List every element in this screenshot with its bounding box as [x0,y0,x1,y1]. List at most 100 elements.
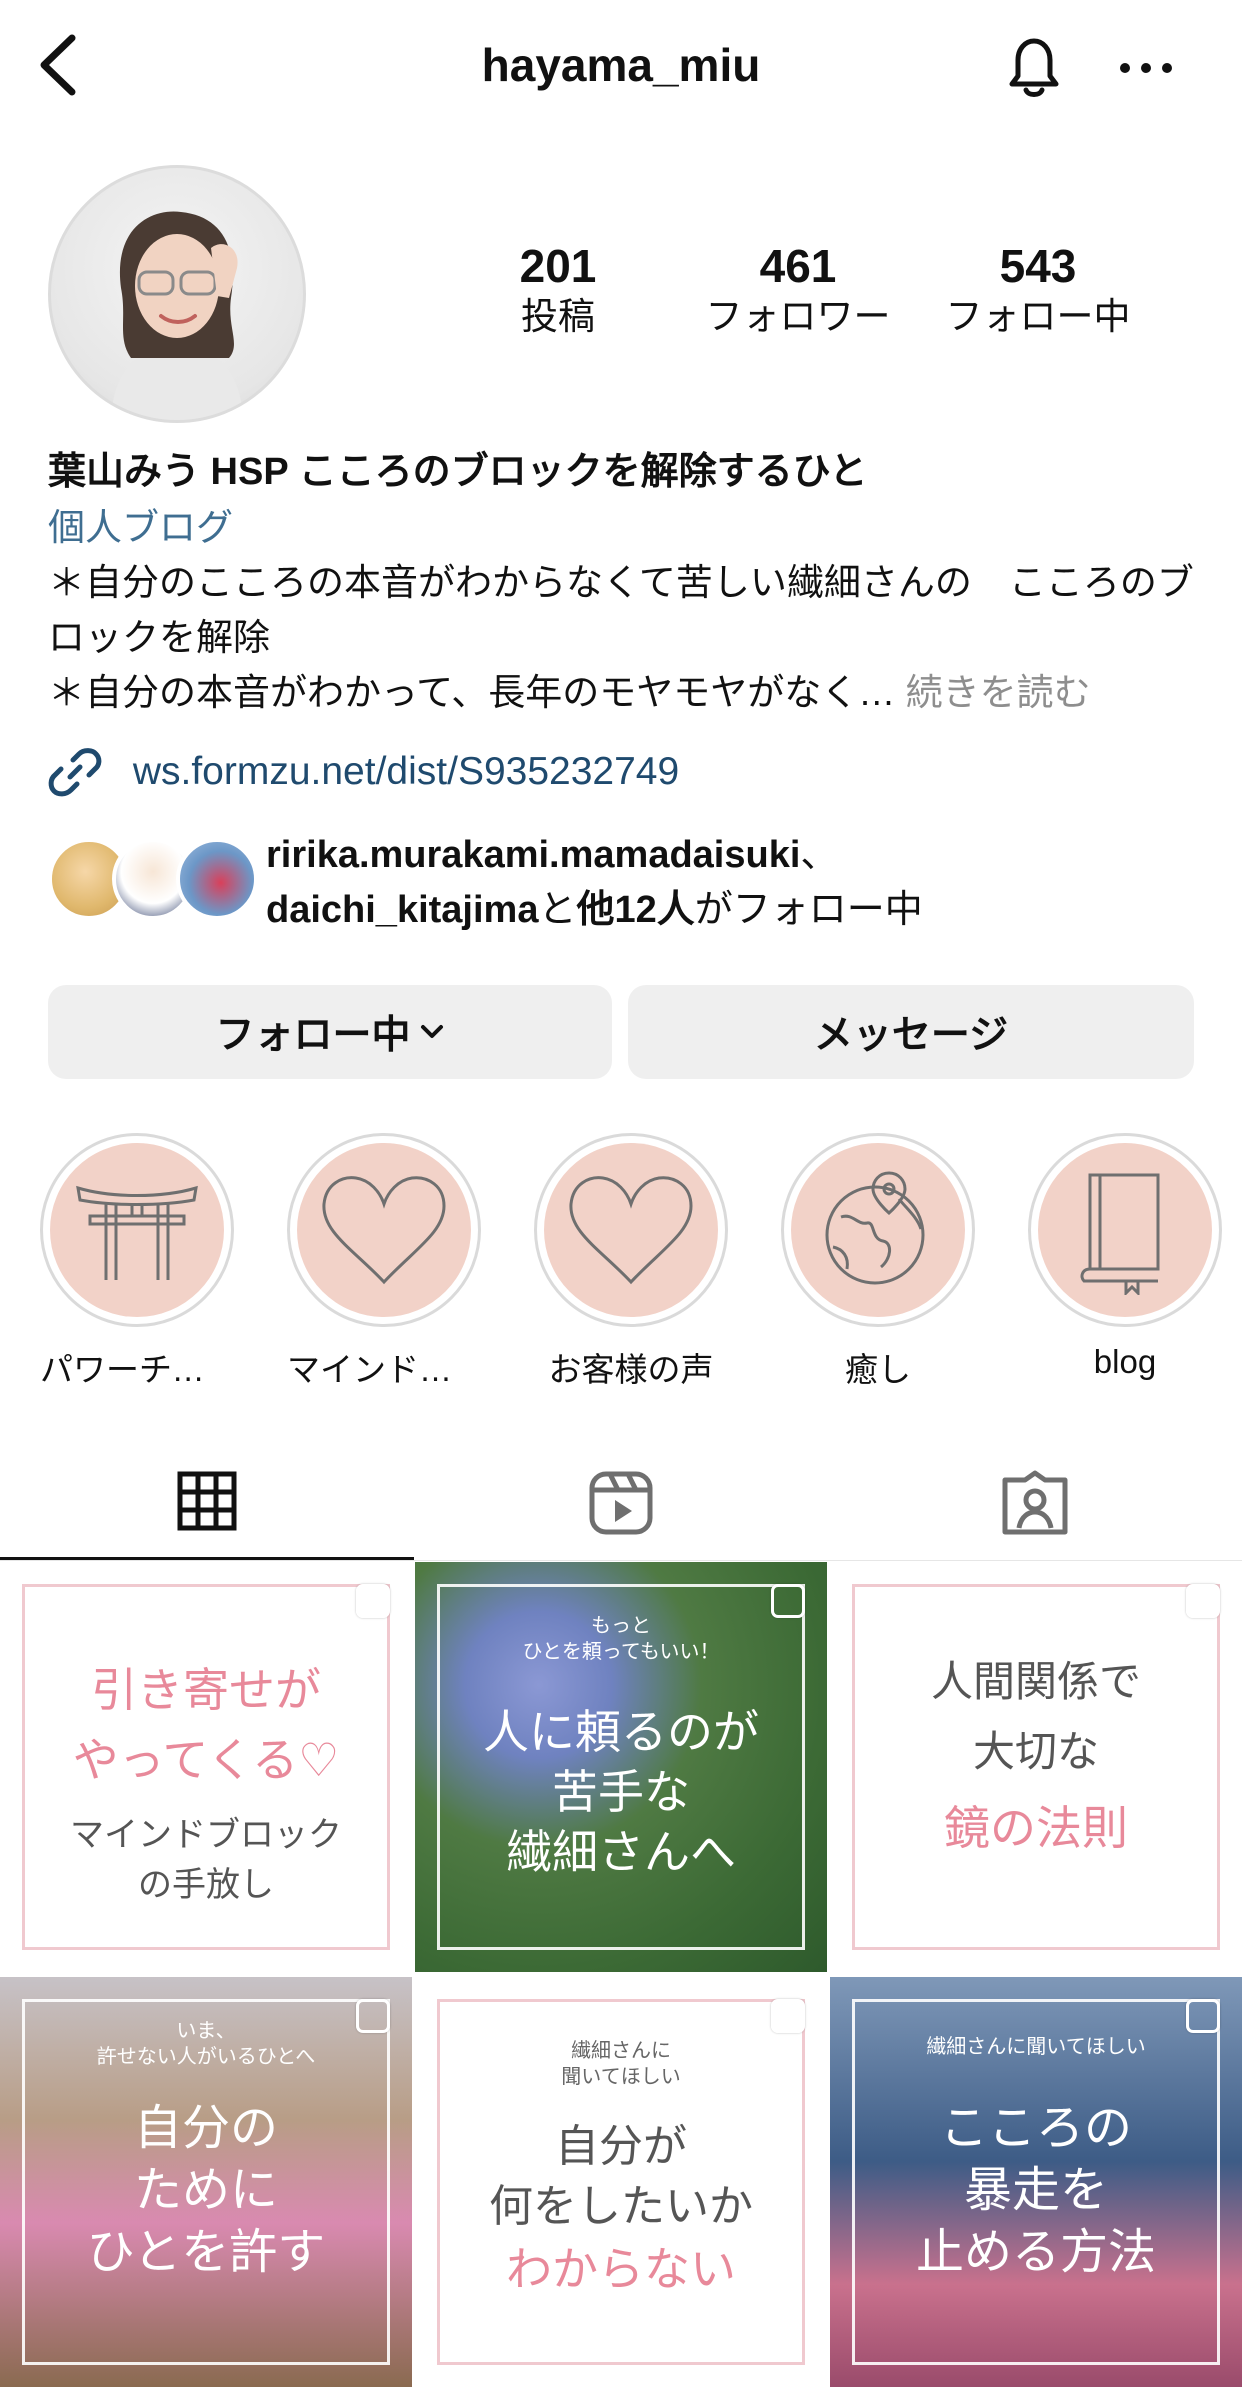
stat-posts-label: 投稿 [521,296,595,337]
highlight-label: 癒し [845,1351,911,1388]
stat-following[interactable]: 543 フォロー中 [938,238,1138,340]
stat-followers[interactable]: 461 フォロワー [698,238,898,340]
post-title-line: ために [133,2162,278,2218]
message-button[interactable]: メッセージ [628,985,1194,1079]
torii-icon [76,1185,198,1280]
post-tile[interactable]: いま、 許せない人がいるひとへ 自分の ために ひとを許す [0,1977,412,2387]
post-title-line: 自分の [133,2100,278,2156]
stat-following-count: 543 [999,240,1077,292]
post-title-line: こころの [939,2100,1132,2156]
post-title-line: の手放し [138,1865,274,1905]
read-more-link[interactable]: 続きを読む [906,672,1091,713]
heart-icon [322,1176,446,1285]
post-subtitle: もっと [591,1613,651,1637]
highlight-voice[interactable]: お客様の声 [534,1133,728,1391]
globe-icon [825,1171,925,1285]
mutual-avatar-3 [176,838,258,920]
post-title-line: 人に頼るのが [483,1705,759,1759]
post-tile[interactable]: 人間関係で 大切な 鏡の法則 [830,1562,1242,1972]
post-title-line: わからない [506,2242,736,2296]
bio-line-2: ＊自分の本音がわかって、長年のモヤモヤがなく… [48,672,896,713]
highlight-power[interactable]: パワーチャ… [40,1133,234,1391]
highlight-ring [1028,1133,1222,1327]
multi-post-icon [1186,1999,1220,2033]
top-bar: hayama_miu [0,0,1242,135]
message-button-label: メッセージ [813,1014,1009,1057]
post-title-line: やってくる♡ [72,1733,340,1787]
post-subtitle: 繊細さんに [571,2038,671,2062]
multi-post-icon [771,1999,805,2033]
tab-posts-grid[interactable] [0,1445,414,1560]
mutual-others: 他12人 [576,889,695,931]
display-name: 葉山みう HSP こころのブロックを解除するひと [48,451,868,493]
highlight-label: パワーチャ… [40,1351,234,1388]
multi-post-icon [771,1584,805,1618]
heart-icon [569,1176,693,1285]
post-subtitle: 繊細さんに聞いてほしい [926,2034,1146,2058]
post-title-line: 暴走を [963,2162,1108,2218]
more-options-icon[interactable] [1116,48,1176,88]
bio-link[interactable]: ws.formzu.net/dist/S935232749 [48,745,679,805]
book-icon [1080,1173,1160,1295]
mutual-followers-text: ririka.murakami.mamadaisuki、 daichi_kita… [266,828,1226,938]
post-tile[interactable]: 繊細さんに 聞いてほしい 自分が 何をしたいか わからない [415,1977,827,2387]
post-title-line: 大切な [972,1727,1099,1776]
tagged-user-icon [1002,1470,1068,1534]
post-subtitle: ひとを頼ってもいい！ [522,1639,720,1663]
post-title-line: 引き寄せが [91,1663,321,1717]
post-title-line: 止める方法 [915,2224,1156,2280]
link-icon [48,748,102,797]
multi-post-icon [356,1999,390,2033]
post-tile[interactable]: 繊細さんに聞いてほしい こころの 暴走を 止める方法 [830,1977,1242,2387]
post-title-line: マインドブロック [70,1815,342,1855]
highlight-label: お客様の声 [548,1351,714,1388]
highlight-mindblock[interactable]: マインドブ… [287,1133,481,1391]
following-button[interactable]: フォロー中 [48,985,612,1079]
tab-reels[interactable] [414,1445,828,1560]
mutual-followers[interactable]: ririka.murakami.mamadaisuki、 daichi_kita… [48,828,1208,938]
post-title-line: 自分が [555,2121,687,2172]
category-label: 個人ブログ [48,507,233,548]
bio: 葉山みう HSP こころのブロックを解除するひと 個人ブログ ＊自分のこころの本… [48,445,1208,720]
highlight-ring [781,1133,975,1327]
stat-posts-count: 201 [519,240,597,292]
bell-icon[interactable] [998,30,1070,102]
mutual-tail: がフォロー中 [694,889,923,931]
post-subtitle: いま、 [176,2018,236,2042]
reels-icon [589,1471,653,1534]
multi-post-icon [356,1584,390,1618]
stat-followers-label: フォロワー [705,296,891,337]
stat-followers-count: 461 [759,240,837,292]
mutual-user-1[interactable]: ririka.murakami.mamadaisuki [266,834,800,876]
following-button-label: フォロー中 [215,1014,411,1057]
highlight-label: マインドブ… [287,1351,481,1388]
post-title-line: 繊細さんへ [506,1825,736,1879]
mutual-and: と [538,889,577,931]
highlight-label: blog [1093,1343,1157,1380]
highlight-healing[interactable]: 癒し [781,1133,975,1391]
profile-tabs [0,1445,1242,1561]
bio-link-text: ws.formzu.net/dist/S935232749 [132,750,680,793]
highlight-ring [534,1133,728,1327]
post-subtitle: 聞いてほしい [561,2064,681,2088]
chevron-down-icon [420,1025,443,1038]
post-tile[interactable]: 引き寄せが やってくる♡ マインドブロック の手放し [0,1562,412,1972]
post-title-line: 何をしたいか [489,2181,753,2232]
posts-grid: 引き寄せが やってくる♡ マインドブロック の手放し もっと ひとを頼ってもいい… [0,1562,1242,2387]
avatar[interactable] [48,165,306,423]
post-tile[interactable]: もっと ひとを頼ってもいい！ 人に頼るのが 苦手な 繊細さんへ [415,1562,827,1972]
post-title-line: ひとを許す [86,2224,326,2280]
mutual-user-2[interactable]: daichi_kitajima [266,889,538,931]
bio-line-1: ＊自分のこころの本音がわからなくて苦しい繊細さんの こころのブロックを解除 [48,562,1194,658]
post-title-line: 苦手な [552,1765,690,1819]
stat-posts[interactable]: 201 投稿 [458,238,658,340]
post-title-line: 鏡の法則 [944,1801,1128,1855]
grid-icon [177,1471,237,1531]
highlight-blog[interactable]: blog [1028,1133,1222,1381]
tab-tagged[interactable] [828,1445,1242,1560]
multi-post-icon [1186,1584,1220,1618]
highlight-ring [287,1133,481,1327]
post-title-line: 人間関係で [930,1657,1141,1706]
stat-following-label: フォロー中 [945,296,1131,337]
post-subtitle: 許せない人がいるひとへ [96,2044,316,2068]
